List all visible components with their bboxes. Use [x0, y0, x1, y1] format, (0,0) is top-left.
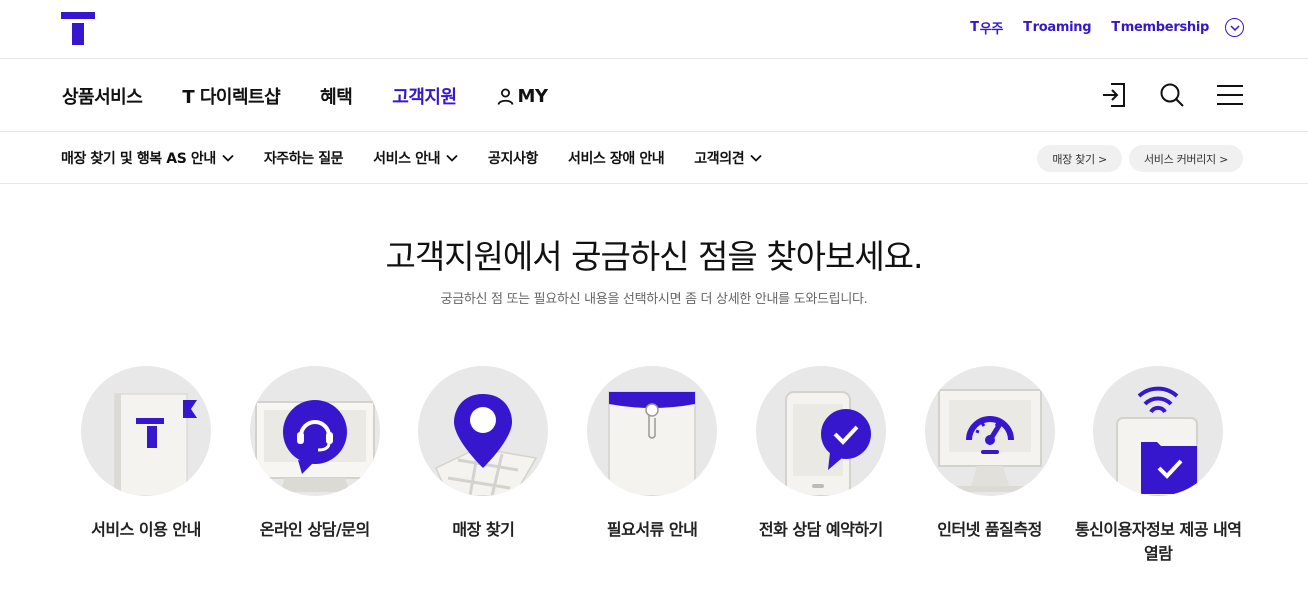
- lnb-item-service-guide[interactable]: 서비스 안내: [373, 148, 458, 168]
- card-label: 필요서류 안내: [606, 520, 698, 539]
- quick-buttons: 매장 찾기 > 서비스 커버리지 >: [1037, 145, 1243, 172]
- gnb-item-support[interactable]: 고객지원: [392, 83, 457, 109]
- card-label: 서비스 이용 안내: [91, 520, 201, 539]
- page-subtitle: 궁금하신 점 또는 필요하신 내용을 선택하시면 좀 더 상세한 안내를 도와드…: [440, 292, 868, 307]
- gnb-icon-group: [1100, 81, 1244, 109]
- chevron-down-icon: [446, 154, 458, 162]
- t-logo-icon[interactable]: [61, 12, 95, 45]
- gnb-item-benefits[interactable]: 혜택: [320, 83, 353, 109]
- my-label: MY: [517, 85, 548, 107]
- chevron-down-icon: [222, 154, 234, 162]
- card-required-documents[interactable]: 필요서류 안내: [567, 366, 737, 566]
- lnb-item-outage[interactable]: 서비스 장애 안내: [568, 148, 665, 168]
- card-label: 온라인 상담/문의: [259, 520, 370, 539]
- page-title: 고객지원에서 궁금하신 점을 찾아보세요.: [385, 237, 923, 276]
- util-link-membership[interactable]: Tmembership: [1111, 20, 1209, 35]
- support-cards: 서비스 이용 안내 온라인 상담/문의 매장 찾기 필요서류 안내 전화 상담 …: [61, 366, 1251, 566]
- utility-links: T 우주 Troaming Tmembership: [970, 18, 1244, 37]
- person-icon: [497, 88, 513, 105]
- card-label: 매장 찾기: [452, 520, 515, 539]
- card-label: 전화 상담 예약하기: [758, 520, 883, 539]
- global-nav: 상품서비스 T 다이렉트샵 혜택 고객지원 MY: [0, 59, 1308, 132]
- find-store-button[interactable]: 매장 찾기 >: [1037, 145, 1122, 172]
- hamburger-menu-icon[interactable]: [1216, 81, 1244, 109]
- util-link-roaming[interactable]: Troaming: [1023, 20, 1091, 35]
- lnb-item-notice[interactable]: 공지사항: [488, 148, 538, 168]
- lnb-item-store-as[interactable]: 매장 찾기 및 행복 AS 안내: [61, 148, 234, 168]
- top-utility-bar: T 우주 Troaming Tmembership: [0, 0, 1308, 59]
- card-phone-reservation[interactable]: 전화 상담 예약하기: [736, 366, 906, 566]
- gnb-item-my[interactable]: MY: [497, 83, 588, 109]
- coverage-button[interactable]: 서비스 커버리지 >: [1128, 145, 1243, 172]
- speed-meter-icon: [924, 366, 1055, 496]
- headset-chat-icon: [249, 366, 380, 496]
- card-service-guide[interactable]: 서비스 이용 안내: [61, 366, 231, 566]
- map-pin-icon: [418, 366, 549, 496]
- local-nav: 매장 찾기 및 행복 AS 안내 자주하는 질문 서비스 안내 공지사항 서비스…: [0, 132, 1308, 184]
- util-link-universe[interactable]: T 우주: [970, 18, 1003, 37]
- phone-check-icon: [755, 366, 886, 496]
- lnb-item-faq[interactable]: 자주하는 질문: [264, 148, 344, 168]
- wifi-folder-check-icon: [1093, 366, 1224, 496]
- service-guide-icon: [81, 366, 211, 496]
- gnb-item-products[interactable]: 상품서비스: [62, 83, 143, 109]
- chevron-down-icon[interactable]: [1225, 18, 1244, 37]
- card-label: 통신이용자정보 제공 내역 열람: [1074, 520, 1242, 563]
- lnb-item-feedback[interactable]: 고객의견: [694, 148, 762, 168]
- lnb-menu: 매장 찾기 및 행복 AS 안내 자주하는 질문 서비스 안내 공지사항 서비스…: [61, 148, 792, 168]
- card-find-store[interactable]: 매장 찾기: [398, 366, 568, 566]
- document-envelope-icon: [587, 366, 718, 496]
- card-online-consult[interactable]: 온라인 상담/문의: [230, 366, 400, 566]
- gnb-item-direct-shop[interactable]: T 다이렉트샵: [182, 83, 280, 109]
- login-icon[interactable]: [1100, 81, 1128, 109]
- gnb-menu: 상품서비스 T 다이렉트샵 혜택 고객지원 MY: [62, 83, 628, 109]
- card-speed-test[interactable]: 인터넷 품질측정: [905, 366, 1075, 566]
- card-user-info-history[interactable]: 통신이용자정보 제공 내역 열람: [1073, 366, 1243, 566]
- chevron-down-icon: [750, 154, 762, 162]
- card-label: 인터넷 품질측정: [937, 520, 1042, 539]
- search-icon[interactable]: [1158, 81, 1186, 109]
